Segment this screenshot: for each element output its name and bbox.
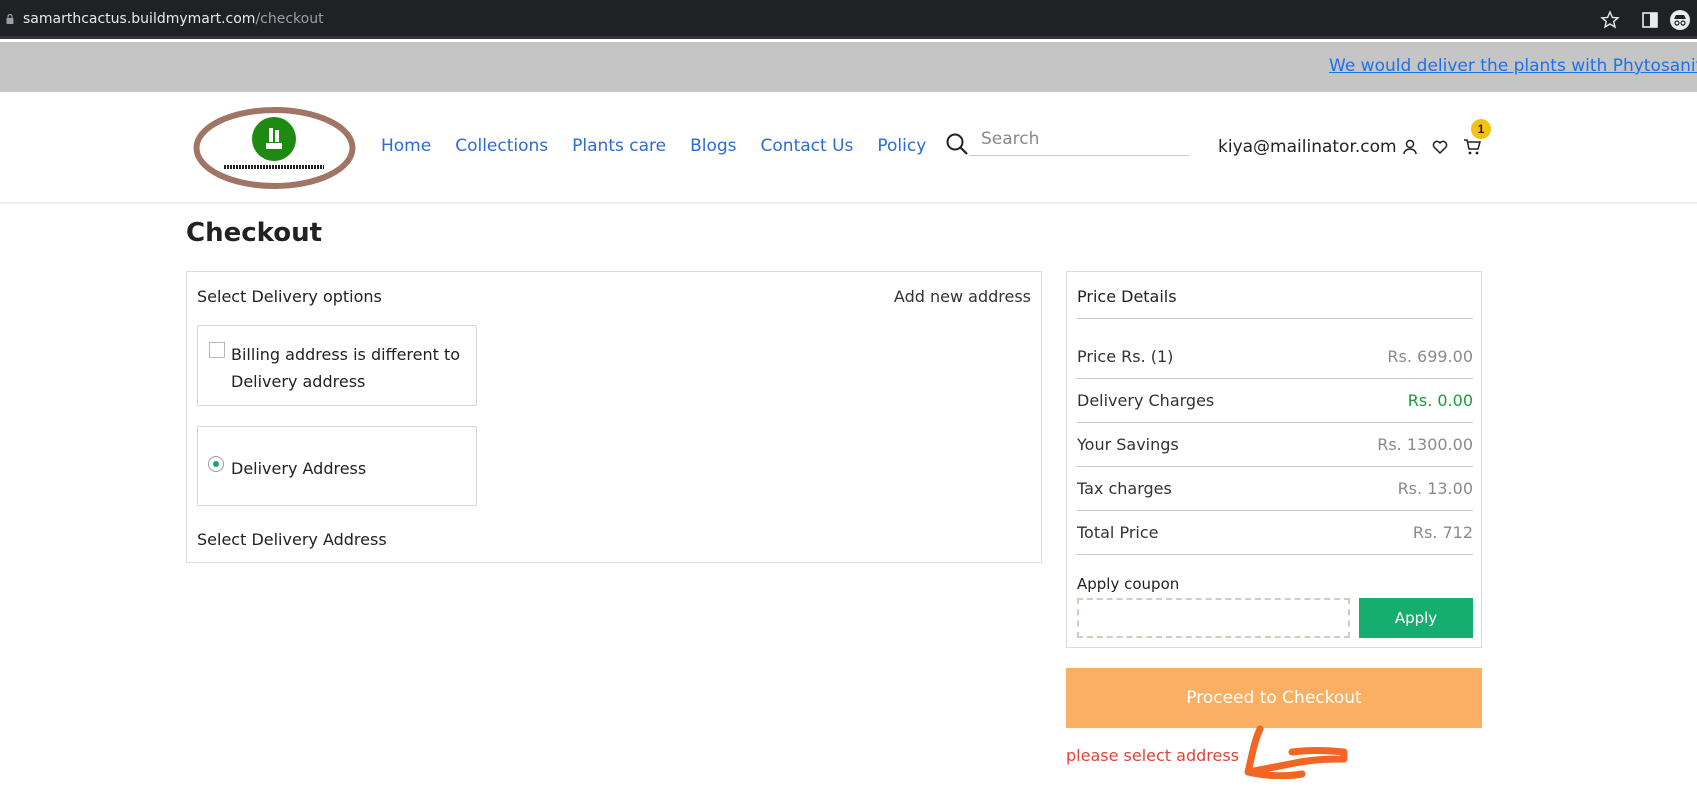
heart-icon[interactable] — [1431, 138, 1449, 156]
delivery-charges-value: Rs. 0.00 — [1407, 391, 1473, 410]
total-value: Rs. 712 — [1412, 523, 1473, 542]
billing-different-checkbox[interactable] — [209, 342, 225, 358]
search-input[interactable] — [969, 122, 1189, 156]
annotation-arrow-icon — [1244, 725, 1348, 779]
select-delivery-address-title: Select Delivery Address — [197, 530, 387, 549]
url-domain: samarthcactus.buildmymart.com — [23, 11, 256, 27]
url-path: /checkout — [255, 11, 324, 27]
lock-icon — [6, 14, 14, 24]
bookmark-star-icon[interactable] — [1600, 10, 1620, 30]
divider — [1077, 422, 1473, 423]
cart-icon[interactable] — [1463, 138, 1481, 156]
price-row: Price Rs. (1) Rs. 699.00 — [1077, 347, 1473, 366]
main-nav: Home Collections Plants care Blogs Conta… — [381, 136, 950, 156]
nav-policy[interactable]: Policy — [877, 136, 926, 156]
divider — [1077, 466, 1473, 467]
nav-plants-care[interactable]: Plants care — [572, 136, 666, 156]
delivery-options-panel: Select Delivery options Add new address … — [186, 271, 1042, 563]
coupon-input[interactable] — [1077, 598, 1350, 638]
savings-row: Your Savings Rs. 1300.00 — [1077, 435, 1473, 454]
site-logo[interactable] — [192, 106, 357, 190]
announcement-bar: We would deliver the plants with Phytosa… — [0, 42, 1697, 92]
error-message: please select address — [1066, 746, 1239, 765]
divider — [1077, 554, 1473, 555]
user-icon[interactable] — [1401, 138, 1419, 156]
user-email: kiya@mailinator.com — [1218, 137, 1397, 157]
nav-collections[interactable]: Collections — [455, 136, 548, 156]
divider — [1077, 378, 1473, 379]
delivery-options-title: Select Delivery options — [197, 287, 382, 306]
incognito-icon[interactable] — [1670, 10, 1690, 30]
cart-count-badge: 1 — [1471, 119, 1491, 139]
delivery-charges-row: Delivery Charges Rs. 0.00 — [1077, 391, 1473, 410]
price-details-panel: Price Details Price Rs. (1) Rs. 699.00 D… — [1066, 271, 1482, 648]
delivery-address-option[interactable]: Delivery Address — [197, 426, 477, 506]
savings-label: Your Savings — [1077, 435, 1179, 454]
coupon-label: Apply coupon — [1077, 575, 1180, 593]
apply-coupon-button[interactable]: Apply — [1359, 598, 1473, 638]
side-panel-icon[interactable] — [1640, 10, 1660, 30]
nav-contact-us[interactable]: Contact Us — [761, 136, 854, 156]
tax-value: Rs. 13.00 — [1397, 479, 1473, 498]
price-label: Price Rs. (1) — [1077, 347, 1174, 366]
search-icon[interactable] — [945, 132, 969, 156]
address-bar[interactable]: samarthcactus.buildmymart.com/checkout — [23, 11, 324, 27]
nav-blogs[interactable]: Blogs — [690, 136, 736, 156]
tax-row: Tax charges Rs. 13.00 — [1077, 479, 1473, 498]
announcement-link[interactable]: We would deliver the plants with Phytosa… — [1329, 56, 1697, 76]
divider — [1077, 318, 1473, 319]
nav-home[interactable]: Home — [381, 136, 431, 156]
total-label: Total Price — [1077, 523, 1159, 542]
add-new-address-link[interactable]: Add new address — [894, 287, 1031, 306]
price-details-title: Price Details — [1077, 287, 1177, 306]
billing-different-label: Billing address is different to Delivery… — [231, 345, 461, 391]
divider — [1077, 510, 1473, 511]
proceed-to-checkout-button[interactable]: Proceed to Checkout — [1066, 668, 1482, 728]
price-value: Rs. 699.00 — [1387, 347, 1473, 366]
tax-label: Tax charges — [1077, 479, 1172, 498]
delivery-address-label: Delivery Address — [231, 459, 367, 478]
delivery-address-radio[interactable] — [208, 456, 224, 472]
site-header: Home Collections Plants care Blogs Conta… — [0, 92, 1697, 204]
page-title: Checkout — [186, 218, 323, 248]
delivery-charges-label: Delivery Charges — [1077, 391, 1215, 410]
total-row: Total Price Rs. 712 — [1077, 523, 1473, 542]
savings-value: Rs. 1300.00 — [1377, 435, 1473, 454]
billing-different-option[interactable]: Billing address is different to Delivery… — [197, 325, 477, 406]
browser-toolbar: samarthcactus.buildmymart.com/checkout — [0, 0, 1697, 39]
